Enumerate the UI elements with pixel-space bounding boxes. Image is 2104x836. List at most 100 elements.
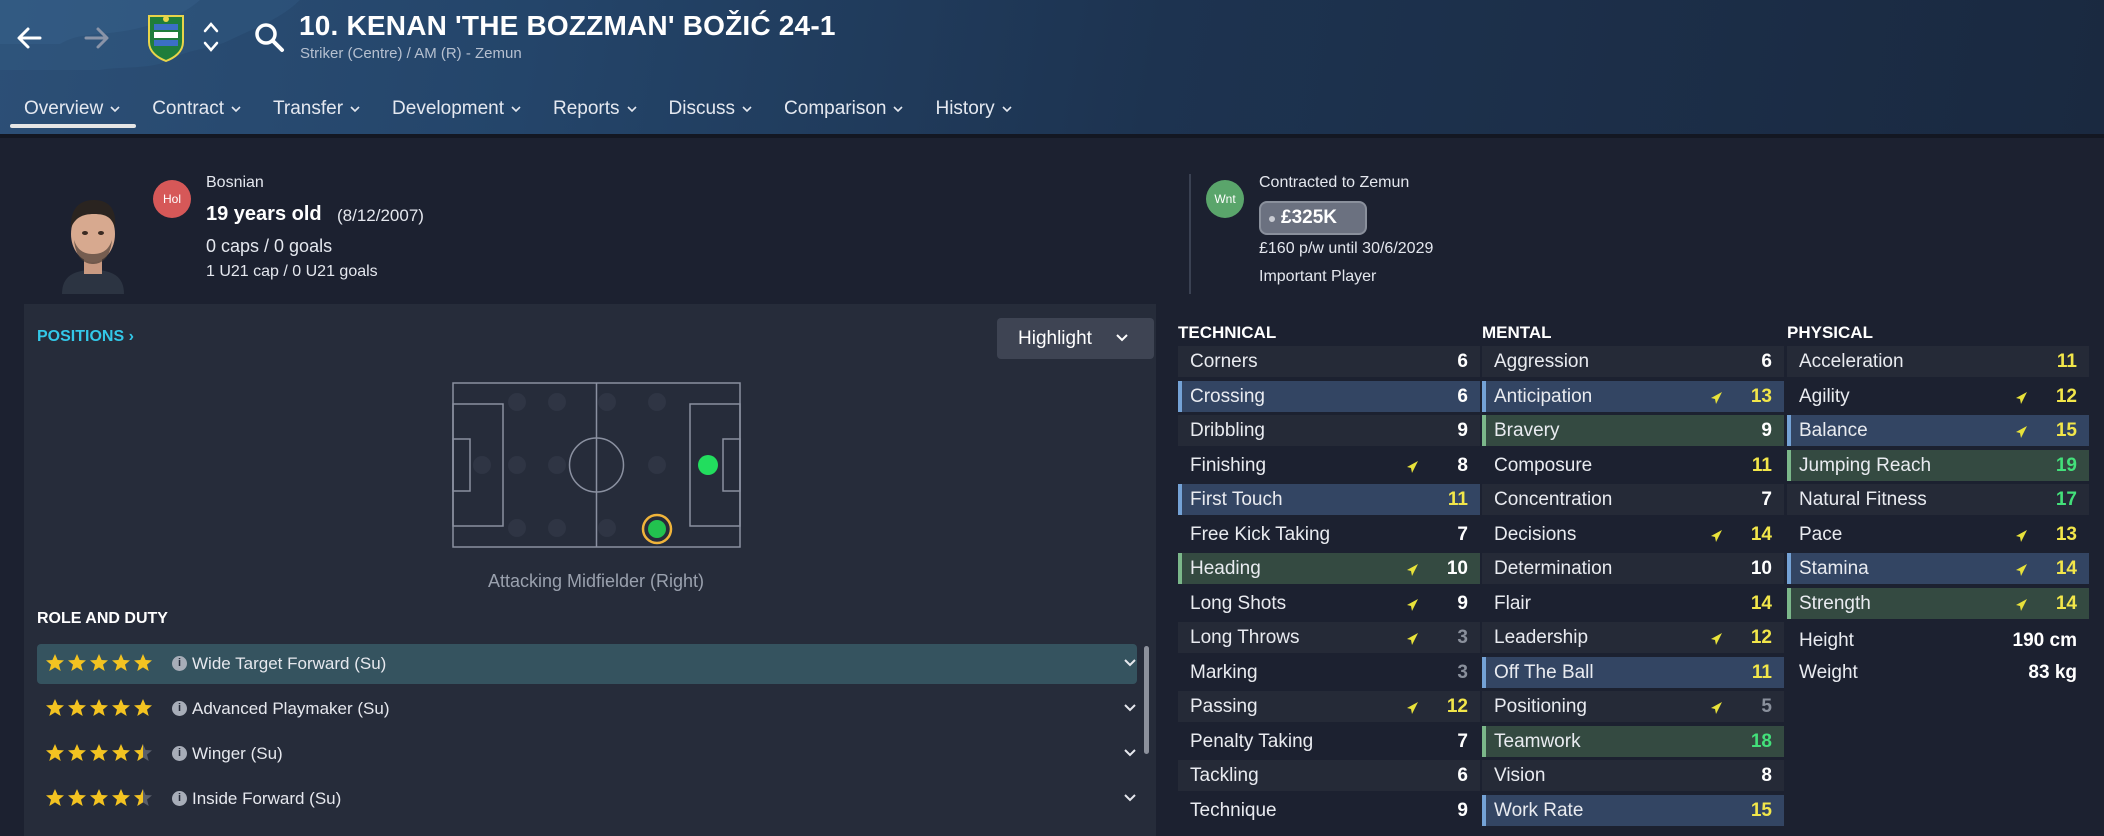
attribute-value: 6 <box>1457 385 1468 407</box>
star-icon <box>90 699 108 716</box>
height-row-label: Height <box>1799 630 1854 651</box>
star-icon <box>68 699 86 716</box>
role-name: Wide Target Forward (Su) <box>192 654 387 673</box>
attribute-row-penalty-taking[interactable]: Penalty Taking 7 <box>1178 726 1480 757</box>
info-icon[interactable]: i <box>172 701 187 716</box>
tab-development[interactable]: Development <box>376 86 537 132</box>
attribute-value: 12 <box>1446 696 1468 717</box>
attribute-row-finishing[interactable]: Finishing 8 <box>1178 450 1480 481</box>
attribute-row-tackling[interactable]: Tackling 6 <box>1178 760 1480 791</box>
attribute-name: Agility <box>1799 385 1850 407</box>
player-switch-updown-icon[interactable] <box>202 18 220 56</box>
attribute-row-flair[interactable]: Flair 14 <box>1482 588 1784 619</box>
attribute-row-strength[interactable]: Strength 14 <box>1787 587 2089 619</box>
improving-arrow-icon <box>1407 460 1418 473</box>
tab-history[interactable]: History <box>919 86 1027 132</box>
attribute-row-stamina[interactable]: Stamina 14 <box>1787 553 2089 584</box>
attribute-row-teamwork[interactable]: Teamwork 18 <box>1482 725 1784 757</box>
improving-arrow-icon <box>1407 702 1418 714</box>
chevron-down-icon[interactable] <box>1123 748 1137 758</box>
star-icon <box>134 789 152 806</box>
tab-reports[interactable]: Reports <box>537 86 653 132</box>
chevron-down-icon[interactable] <box>1123 793 1137 803</box>
attribute-name: Natural Fitness <box>1799 489 1927 510</box>
attribute-name: First Touch <box>1190 489 1283 510</box>
attribute-row-long-throws[interactable]: Long Throws 3 <box>1178 622 1480 653</box>
search-icon[interactable] <box>252 20 286 54</box>
attribute-row-passing[interactable]: Passing 12 <box>1178 691 1480 722</box>
attribute-name: Crossing <box>1190 385 1265 407</box>
role-row[interactable]: i Inside Forward (Su) <box>37 779 1137 819</box>
header-bar: 10. KENAN 'THE BOZZMAN' BOŽIĆ 24-1 Strik… <box>0 0 2104 136</box>
improving-arrow-icon <box>1711 633 1722 645</box>
squad-status: Important Player <box>1259 268 1377 285</box>
tab-contract[interactable]: Contract <box>136 86 257 132</box>
attribute-row-aggression[interactable]: Aggression 6 <box>1482 346 1784 377</box>
attribute-row-concentration[interactable]: Concentration 7 <box>1482 484 1784 515</box>
tab-label: Development <box>392 98 504 119</box>
attribute-name: Work Rate <box>1494 799 1584 821</box>
tab-bar: Overview Contract Transfer Development R… <box>8 86 1028 132</box>
role-row[interactable]: i Advanced Playmaker (Su) <box>37 689 1137 729</box>
info-icon[interactable]: i <box>172 656 187 671</box>
wanted-badge[interactable]: Wnt <box>1206 180 1244 218</box>
back-arrow-icon[interactable] <box>10 18 50 58</box>
attribute-row-technique[interactable]: Technique 9 <box>1178 795 1480 826</box>
attribute-row-corners[interactable]: Corners 6 <box>1178 346 1480 377</box>
positions-link[interactable]: POSITIONS › <box>37 328 134 346</box>
attribute-name: Aggression <box>1494 351 1590 372</box>
attribute-row-vision[interactable]: Vision 8 <box>1482 760 1784 791</box>
club-crest-icon[interactable] <box>146 12 186 63</box>
tab-comparison[interactable]: Comparison <box>768 86 919 132</box>
attribute-value: 13 <box>2055 523 2077 545</box>
attribute-row-acceleration[interactable]: Acceleration 11 <box>1787 346 2089 377</box>
tab-label: Comparison <box>784 98 887 119</box>
role-list-scrollbar[interactable] <box>1144 646 1149 754</box>
attribute-row-work-rate[interactable]: Work Rate 15 <box>1482 794 1784 826</box>
attribute-row-balance[interactable]: Balance 15 <box>1787 415 2089 446</box>
attribute-row-marking[interactable]: Marking 3 <box>1178 657 1480 688</box>
attribute-row-composure[interactable]: Composure 11 <box>1482 450 1784 481</box>
role-row[interactable]: i Wide Target Forward (Su) <box>37 644 1137 684</box>
highlight-dropdown[interactable]: Highlight <box>997 318 1154 359</box>
attribute-row-dribbling[interactable]: Dribbling 9 <box>1178 415 1480 446</box>
attribute-row-off-the-ball[interactable]: Off The Ball 11 <box>1482 656 1784 688</box>
attribute-row-natural-fitness[interactable]: Natural Fitness 17 <box>1787 484 2089 515</box>
info-icon[interactable]: i <box>172 791 187 806</box>
attribute-row-positioning[interactable]: Positioning 5 <box>1482 691 1784 722</box>
star-icon <box>112 789 130 806</box>
attribute-row-bravery[interactable]: Bravery 9 <box>1482 415 1784 446</box>
tab-transfer[interactable]: Transfer <box>257 86 376 132</box>
attribute-name: Jumping Reach <box>1799 454 1932 476</box>
height-row: Height 190 cm <box>1787 625 2089 656</box>
happiness-badge[interactable]: Hol <box>153 180 191 218</box>
tab-discuss[interactable]: Discuss <box>653 86 769 132</box>
improving-arrow-icon <box>1407 564 1418 576</box>
height-row-value: 190 cm <box>2012 630 2077 651</box>
attribute-row-crossing[interactable]: Crossing 6 <box>1178 380 1480 412</box>
role-row[interactable]: i Winger (Su) <box>37 734 1137 774</box>
attribute-row-first-touch[interactable]: First Touch 11 <box>1178 484 1480 515</box>
attribute-row-leadership[interactable]: Leadership 12 <box>1482 622 1784 653</box>
info-icon[interactable]: i <box>172 746 187 761</box>
chevron-down-icon[interactable] <box>1123 658 1137 668</box>
star-icon <box>46 789 64 806</box>
attribute-row-agility[interactable]: Agility 12 <box>1787 381 2089 412</box>
chevron-down-icon[interactable] <box>1123 703 1137 713</box>
tab-overview[interactable]: Overview <box>8 86 137 132</box>
attribute-value: 13 <box>1750 385 1772 407</box>
attribute-row-heading[interactable]: Heading 10 <box>1178 553 1480 584</box>
attribute-row-determination[interactable]: Determination 10 <box>1482 553 1784 584</box>
attribute-row-anticipation[interactable]: Anticipation 13 <box>1482 380 1784 412</box>
chevron-down-icon <box>350 106 360 113</box>
attribute-row-pace[interactable]: Pace 13 <box>1787 519 2089 550</box>
attribute-row-long-shots[interactable]: Long Shots 9 <box>1178 588 1480 619</box>
attribute-name: Dribbling <box>1190 420 1265 441</box>
attribute-row-decisions[interactable]: Decisions 14 <box>1482 519 1784 550</box>
transfer-value-pill[interactable]: £325K <box>1259 201 1367 235</box>
attribute-row-free-kick-taking[interactable]: Free Kick Taking 7 <box>1178 519 1480 550</box>
attribute-value: 5 <box>1761 696 1772 717</box>
attribute-row-jumping-reach[interactable]: Jumping Reach 19 <box>1787 449 2089 481</box>
chevron-down-icon <box>742 106 752 113</box>
forward-arrow-icon[interactable] <box>76 18 116 58</box>
